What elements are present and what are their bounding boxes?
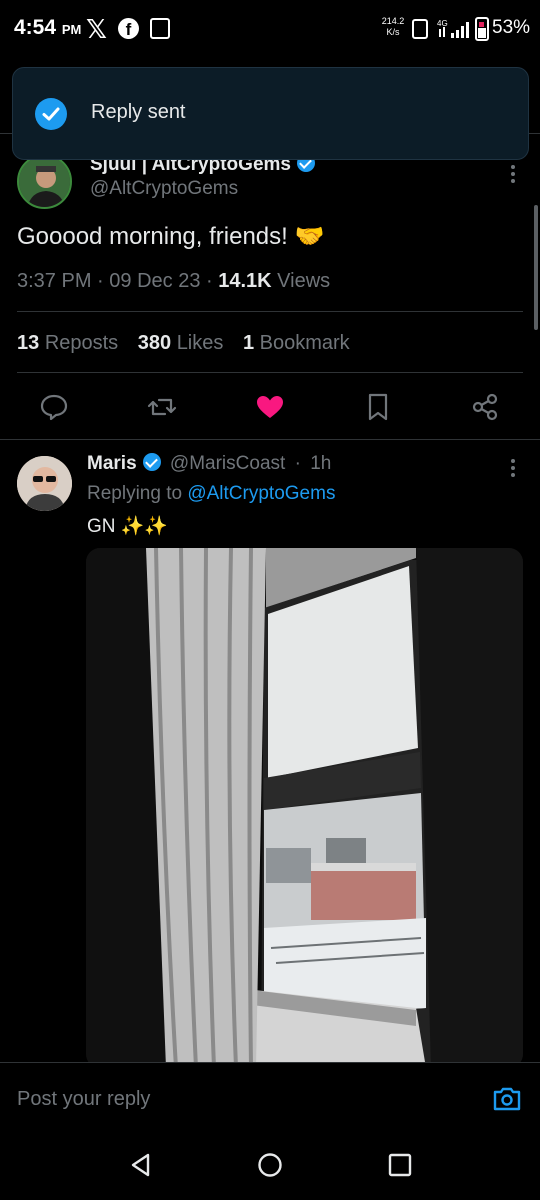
more-options-icon[interactable]	[505, 162, 521, 186]
reply-input[interactable]: Post your reply	[17, 1088, 150, 1111]
tweet-time: 3:37 PM	[17, 270, 92, 292]
like-heart-icon[interactable]	[255, 392, 285, 422]
reply-age: 1h	[310, 453, 332, 474]
author-handle[interactable]: @AltCryptoGems	[90, 178, 238, 200]
bookmarks-count: 1	[242, 332, 255, 354]
bookmarks-label: Bookmark	[259, 332, 350, 354]
replying-to: Replying to @AltCryptoGems	[87, 483, 335, 505]
recents-icon[interactable]	[387, 1152, 413, 1178]
likes-label: Likes	[176, 332, 224, 354]
status-time-ampm: PM	[61, 22, 82, 37]
battery-icon	[475, 17, 489, 41]
reply-author[interactable]: Maris @MarisCoast · 1h	[87, 453, 331, 475]
network-speed: 214.2 K/s	[380, 16, 406, 38]
check-icon	[35, 98, 67, 130]
window-photo-image	[86, 548, 523, 1068]
verified-badge-icon	[142, 453, 161, 471]
reply-sent-toast[interactable]: Reply sent	[12, 67, 529, 160]
repost-icon[interactable]	[147, 392, 177, 422]
views-label: Views	[277, 270, 331, 292]
tweet-meta: 3:37 PM · 09 Dec 23 · 14.1K Views	[17, 270, 331, 292]
replying-to-mention[interactable]: @AltCryptoGems	[187, 483, 335, 504]
facebook-icon: f	[118, 18, 139, 39]
network-speed-unit: K/s	[386, 27, 400, 37]
tweet-stats: 13 Reposts 380 Likes 1 Bookmark	[17, 332, 364, 355]
likes-count: 380	[137, 332, 172, 354]
tweet-date: 09 Dec 23	[109, 270, 201, 292]
reply-author-name: Maris	[87, 453, 137, 474]
app-notification-icon	[150, 18, 170, 39]
views-count: 14.1K	[218, 270, 272, 292]
replying-to-prefix: Replying to	[87, 483, 183, 504]
back-icon[interactable]	[128, 1152, 154, 1178]
reposts-count: 13	[17, 332, 40, 354]
scrollbar[interactable]	[534, 205, 538, 330]
author-avatar[interactable]	[17, 154, 72, 209]
home-icon[interactable]	[257, 1152, 283, 1178]
bookmark-icon[interactable]	[363, 392, 393, 422]
status-time-value: 4:54	[14, 16, 57, 39]
divider	[17, 372, 523, 373]
share-icon[interactable]	[470, 392, 500, 422]
x-app-icon: 𝕏	[86, 14, 107, 44]
toast-message: Reply sent	[91, 101, 186, 123]
reposts-stat[interactable]: 13 Reposts	[17, 332, 118, 354]
status-bar: 4:54 PM 𝕏 f 214.2 K/s 4G 53%	[0, 0, 540, 60]
battery-percent: 53%	[492, 17, 531, 38]
reposts-label: Reposts	[44, 332, 119, 354]
reply-author-avatar[interactable]	[17, 456, 72, 511]
signal-icon: 4G	[437, 19, 469, 38]
network-type: 4G	[437, 19, 448, 28]
likes-stat[interactable]: 380 Likes	[138, 332, 224, 354]
reply-text: GN ✨✨	[87, 516, 169, 537]
network-speed-value: 214.2	[381, 16, 405, 26]
reply-icon[interactable]	[39, 392, 69, 422]
vibrate-icon	[412, 19, 428, 39]
status-time: 4:54 PM	[14, 16, 81, 40]
camera-icon[interactable]	[492, 1086, 522, 1112]
reply-photo[interactable]	[86, 548, 523, 1068]
reply-more-options-icon[interactable]	[505, 456, 521, 480]
bookmarks-stat[interactable]: 1 Bookmark	[243, 332, 350, 354]
reply-author-handle: @MarisCoast	[169, 453, 286, 474]
divider	[0, 439, 540, 440]
divider	[17, 311, 523, 312]
tweet-text: Gooood morning, friends! 🤝	[17, 223, 325, 250]
